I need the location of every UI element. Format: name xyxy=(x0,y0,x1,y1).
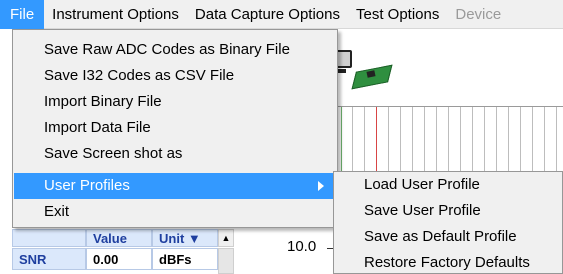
table-cell-metric: SNR xyxy=(12,248,86,270)
scroll-up-button[interactable]: ▲ xyxy=(218,229,234,247)
plot-gridline xyxy=(472,107,473,177)
menu-item-exit[interactable]: Exit xyxy=(14,199,336,225)
plot-gridline xyxy=(460,107,461,177)
submenu-arrow-icon xyxy=(318,181,324,191)
submenu-item-save-default-profile[interactable]: Save as Default Profile xyxy=(335,224,562,250)
plot-gridline xyxy=(376,107,377,177)
table-header-unit[interactable]: Unit ▼ xyxy=(152,229,218,247)
plot-gridline xyxy=(484,107,485,177)
menu-item-save-screenshot[interactable]: Save Screen shot as xyxy=(14,141,336,167)
menu-item-import-binary-file[interactable]: Import Binary File xyxy=(14,89,336,115)
user-profiles-submenu: Load User Profile Save User Profile Save… xyxy=(333,171,563,274)
plot-gridline xyxy=(436,107,437,177)
plot-gridline xyxy=(364,107,365,177)
plot-gridline xyxy=(508,107,509,177)
submenu-item-save-user-profile[interactable]: Save User Profile xyxy=(335,198,562,224)
menu-bar: File Instrument Options Data Capture Opt… xyxy=(0,0,563,29)
table-cell-value: 0.00 xyxy=(86,248,152,270)
plot-gridline xyxy=(544,107,545,177)
plot-gridline xyxy=(412,107,413,177)
plot-gridline xyxy=(388,107,389,177)
plot-gridline xyxy=(520,107,521,177)
table-header-value[interactable]: Value xyxy=(86,229,152,247)
table-header-blank xyxy=(12,229,86,247)
plot-gridline xyxy=(556,107,557,177)
plot-gridline xyxy=(424,107,425,177)
menu-data-capture-options[interactable]: Data Capture Options xyxy=(187,0,348,29)
plot-gridline xyxy=(496,107,497,177)
menu-item-import-data-file[interactable]: Import Data File xyxy=(14,115,336,141)
scroll-thumb[interactable] xyxy=(218,248,234,274)
plot-y-tick-label: 10.0 xyxy=(287,238,317,255)
submenu-item-load-user-profile[interactable]: Load User Profile xyxy=(335,172,562,198)
submenu-item-restore-factory-defaults[interactable]: Restore Factory Defaults xyxy=(335,250,562,274)
menu-item-save-i32-codes-csv[interactable]: Save I32 Codes as CSV File xyxy=(14,63,336,89)
plot-gridline xyxy=(352,107,353,177)
menu-instrument-options[interactable]: Instrument Options xyxy=(44,0,187,29)
menu-test-options[interactable]: Test Options xyxy=(348,0,447,29)
plot-gridline xyxy=(448,107,449,177)
menu-item-user-profiles-label: User Profiles xyxy=(44,177,130,194)
menu-item-save-raw-adc-codes[interactable]: Save Raw ADC Codes as Binary File xyxy=(14,37,336,63)
plot-gridline xyxy=(532,107,533,177)
menu-device[interactable]: Device xyxy=(447,0,509,29)
plot-gridline xyxy=(341,107,342,177)
plot-gridline xyxy=(400,107,401,177)
menu-file[interactable]: File xyxy=(0,0,45,29)
monitor-stand-icon xyxy=(338,69,346,73)
menu-item-user-profiles[interactable]: User Profiles xyxy=(14,173,336,199)
file-menu-dropdown: Save Raw ADC Codes as Binary File Save I… xyxy=(12,29,338,228)
table-cell-unit: dBFs xyxy=(152,248,218,270)
